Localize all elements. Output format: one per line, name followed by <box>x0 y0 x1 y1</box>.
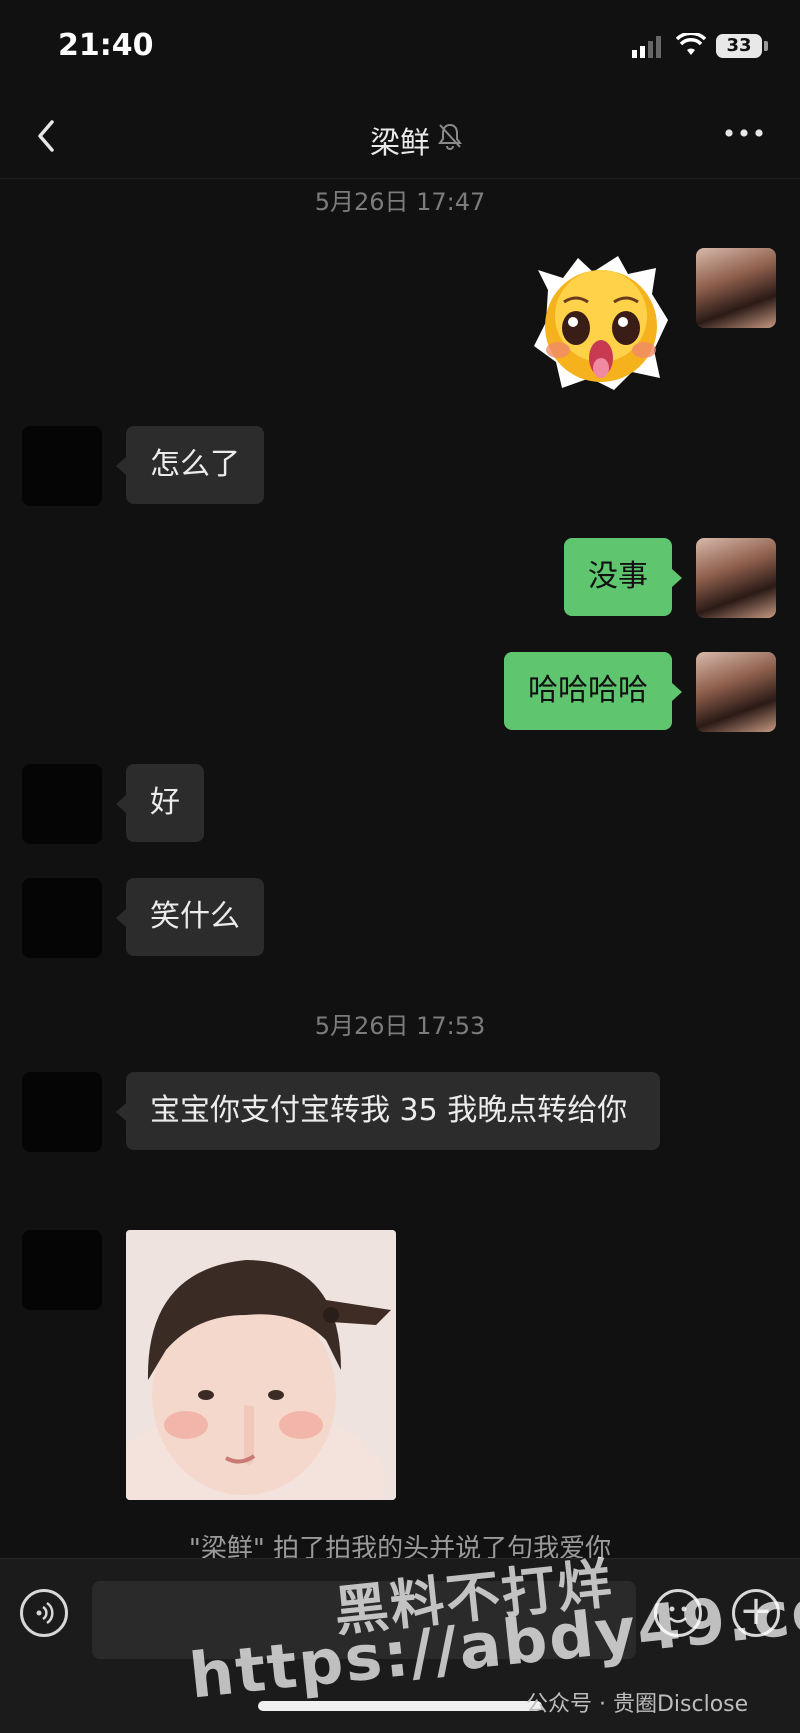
bubble-tail <box>116 795 126 813</box>
chat-header: 梁鲜 <box>0 96 800 179</box>
home-indicator[interactable] <box>258 1701 542 1711</box>
bell-slash-icon <box>438 123 462 150</box>
bubble-tail <box>672 569 682 587</box>
battery-icon: 33 <box>716 34 762 58</box>
bubble-tail <box>672 683 682 701</box>
contact-avatar[interactable] <box>22 764 102 844</box>
crying-face-sticker[interactable] <box>528 250 674 396</box>
chat-title: 梁鲜 <box>370 126 430 161</box>
battery-tip <box>764 41 768 51</box>
message-timestamp: 5月26日 17:47 <box>314 188 486 216</box>
wifi-icon <box>676 33 706 55</box>
incoming-message[interactable]: 宝宝你支付宝转我 35 我晚点转给你 <box>126 1072 660 1150</box>
incoming-message[interactable]: 好 <box>126 764 204 842</box>
more-dots-icon[interactable] <box>724 128 764 138</box>
message-timestamp: 5月26日 17:53 <box>314 1012 486 1040</box>
bubble-tail <box>116 909 126 927</box>
incoming-message[interactable]: 笑什么 <box>126 878 264 956</box>
toddler-photo-image <box>126 1230 396 1500</box>
account-attribution: 公众号 · 贵圈Disclose <box>526 1692 749 1717</box>
bubble-tail <box>116 457 126 475</box>
my-avatar[interactable] <box>696 248 776 328</box>
toddler-photo[interactable] <box>126 1230 396 1500</box>
contact-avatar[interactable] <box>22 426 102 506</box>
contact-avatar[interactable] <box>22 1072 102 1152</box>
my-avatar[interactable] <box>696 538 776 618</box>
status-bar: 21:40 33 <box>0 0 800 96</box>
battery-level: 33 <box>726 35 752 56</box>
cellular-signal-icon <box>632 36 661 58</box>
status-time: 21:40 <box>58 28 154 63</box>
outgoing-message[interactable]: 没事 <box>564 538 672 616</box>
contact-avatar[interactable] <box>22 1230 102 1310</box>
contact-avatar[interactable] <box>22 878 102 958</box>
bubble-tail <box>116 1103 126 1121</box>
voice-icon[interactable] <box>20 1589 68 1637</box>
my-avatar[interactable] <box>696 652 776 732</box>
outgoing-message[interactable]: 哈哈哈哈 <box>504 652 672 730</box>
incoming-message[interactable]: 怎么了 <box>126 426 264 504</box>
